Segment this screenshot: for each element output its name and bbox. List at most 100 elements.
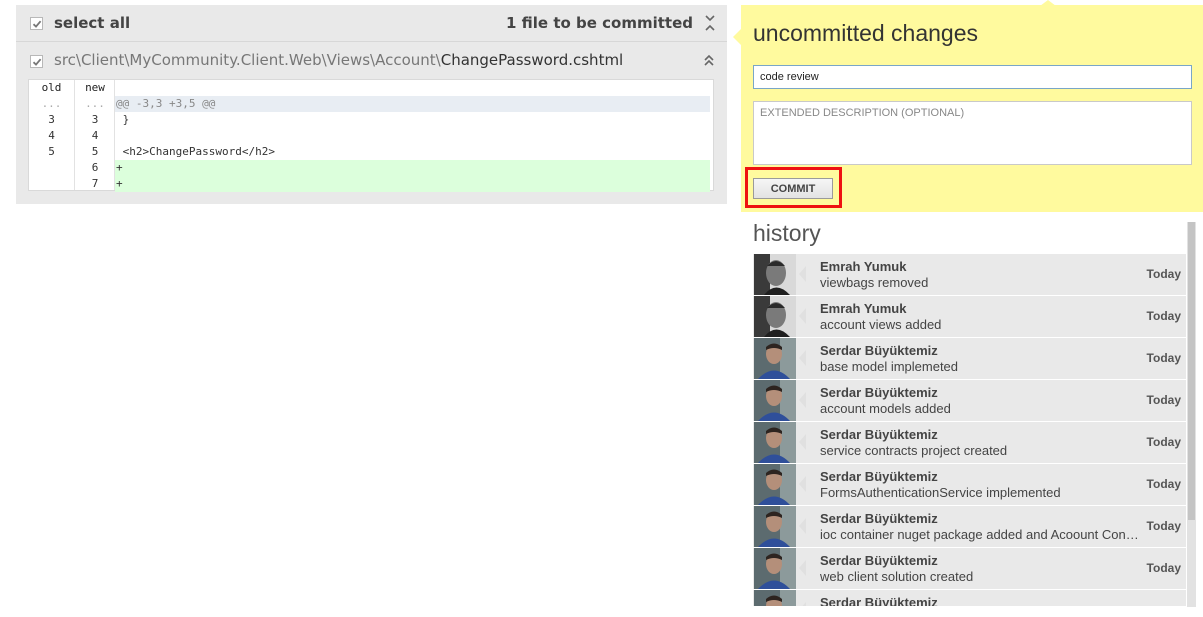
commit-panel-title: uncommitted changes	[753, 20, 979, 46]
commit-date: Today	[1146, 267, 1181, 281]
commit-message: ioc container nuget package added and Ac…	[820, 527, 1142, 542]
line-number-new: ...	[85, 97, 105, 110]
line-number-new: 4	[91, 129, 99, 142]
commit-author: Serdar Büyüktemiz	[820, 469, 938, 484]
commit-message: web client solution created	[820, 569, 974, 584]
history-title: history	[753, 220, 821, 246]
diff-code: +	[115, 160, 710, 176]
history-item[interactable]: Serdar Büyüktemiz base model implemeted To…	[753, 338, 1186, 379]
commit-date: Today	[1146, 435, 1181, 449]
extended-description-input[interactable]	[753, 101, 1192, 165]
item-pointer	[799, 350, 806, 366]
file-checkbox[interactable]	[30, 55, 43, 68]
item-pointer	[799, 476, 806, 492]
history-item[interactable]: Emrah Yumuk viewbags removed Today	[753, 254, 1186, 295]
commit-author: Serdar Büyüktemiz	[820, 553, 938, 568]
avatar	[754, 590, 796, 606]
history-item[interactable]: Serdar Büyüktemiz	[753, 590, 1186, 606]
history-item[interactable]: Serdar Büyüktemiz service contracts proje…	[753, 422, 1186, 463]
diff-view: old new ...... @@ -3,3 +3,5 @@ 3 3 } 4 4 5 5 <h…	[28, 79, 714, 192]
commit-author: Serdar Büyüktemiz	[820, 427, 938, 442]
item-pointer	[799, 308, 806, 324]
diff-code: }	[116, 113, 130, 126]
commit-message: service contracts project created	[820, 443, 1008, 458]
item-pointer	[799, 434, 806, 450]
line-number-new: 6	[91, 161, 99, 174]
diff-line-context: 5 5 <h2>ChangePassword</h2>	[29, 144, 713, 160]
avatar	[754, 338, 796, 379]
avatar	[754, 464, 796, 505]
diff-line-hunk: ...... @@ -3,3 +3,5 @@	[29, 96, 713, 112]
select-all-label[interactable]: select all	[54, 14, 130, 32]
files-count-label: 1 file to be committed	[506, 14, 693, 32]
commit-date: Today	[1146, 477, 1181, 491]
checkmark-icon	[32, 58, 41, 66]
line-number-old: 5	[48, 145, 55, 158]
line-number-new: 3	[91, 113, 99, 126]
diff-line-added: 7 +	[29, 176, 713, 192]
avatar	[754, 422, 796, 463]
history-scrollbar[interactable]	[1187, 222, 1196, 607]
diff-column-header: old new	[29, 80, 713, 96]
commit-date: Today	[1146, 309, 1181, 323]
line-number-old: ...	[41, 97, 62, 110]
line-number-old: 4	[48, 129, 55, 142]
history-item[interactable]: Serdar Büyüktemiz ioc container nuget pac…	[753, 506, 1186, 547]
line-number-new: 7	[91, 177, 99, 190]
history-item[interactable]: Emrah Yumuk account views added Today	[753, 296, 1186, 337]
new-column-header: new	[85, 81, 105, 94]
avatar	[754, 254, 796, 295]
commit-author: Emrah Yumuk	[820, 259, 907, 274]
commit-date: Today	[1146, 351, 1181, 365]
diff-line-context: 44	[29, 128, 713, 144]
checkmark-icon	[32, 20, 41, 28]
commit-author: Serdar Büyüktemiz	[820, 595, 938, 606]
commit-author: Emrah Yumuk	[820, 301, 907, 316]
commit-author: Serdar Büyüktemiz	[820, 511, 938, 526]
commit-date: Today	[1146, 561, 1181, 575]
history-item[interactable]: Serdar Büyüktemiz account models added Tod…	[753, 380, 1186, 421]
avatar	[754, 548, 796, 589]
diff-code: +	[115, 176, 710, 192]
scrollbar-thumb[interactable]	[1188, 222, 1195, 520]
commit-author: Serdar Büyüktemiz	[820, 385, 938, 400]
avatar	[754, 296, 796, 337]
commit-date: Today	[1146, 393, 1181, 407]
commit-panel: uncommitted changes COMMIT	[741, 5, 1203, 212]
collapse-all-icon[interactable]	[703, 13, 717, 33]
item-pointer	[799, 602, 806, 606]
line-number-old: 3	[48, 113, 55, 126]
diff-line-context: 3 3 }	[29, 112, 713, 128]
select-all-checkbox[interactable]	[30, 17, 43, 30]
commit-date: Today	[1146, 519, 1181, 533]
commit-message: account models added	[820, 401, 951, 416]
changes-panel: select all 1 file to be committed src\Cl…	[16, 5, 727, 204]
history-item[interactable]: Serdar Büyüktemiz web client solution cre…	[753, 548, 1186, 589]
item-pointer	[799, 392, 806, 408]
changes-header: select all 1 file to be committed	[16, 5, 727, 42]
commit-button[interactable]: COMMIT	[753, 178, 833, 199]
commit-author: Serdar Büyüktemiz	[820, 343, 938, 358]
commit-message: base model implemeted	[820, 359, 959, 374]
old-column-header: old	[41, 81, 62, 94]
file-path[interactable]: src\Client\MyCommunity.Client.Web\Views\…	[54, 51, 623, 69]
file-row: src\Client\MyCommunity.Client.Web\Views\…	[16, 42, 727, 78]
avatar	[754, 380, 796, 421]
collapse-file-icon[interactable]	[703, 53, 715, 67]
item-pointer	[799, 266, 806, 282]
history-item[interactable]: Serdar Büyüktemiz FormsAuthenticationServ…	[753, 464, 1186, 505]
file-path-prefix: src\Client\MyCommunity.Client.Web\Views\…	[54, 51, 441, 69]
commit-summary-input[interactable]	[753, 65, 1192, 89]
item-pointer	[799, 518, 806, 534]
diff-code: @@ -3,3 +3,5 @@	[115, 96, 710, 112]
line-number-new: 5	[91, 145, 99, 158]
commit-message: account views added	[820, 317, 942, 332]
avatar	[754, 506, 796, 547]
diff-code: <h2>ChangePassword</h2>	[116, 145, 275, 158]
diff-line-added: 6 +	[29, 160, 713, 176]
history-list: Emrah Yumuk viewbags removed Today Emrah Yu…	[753, 254, 1186, 606]
item-pointer	[799, 560, 806, 576]
file-name: ChangePassword.cshtml	[440, 51, 624, 69]
commit-message: viewbags removed	[820, 275, 929, 290]
commit-message: FormsAuthenticationService implemented	[820, 485, 1061, 500]
